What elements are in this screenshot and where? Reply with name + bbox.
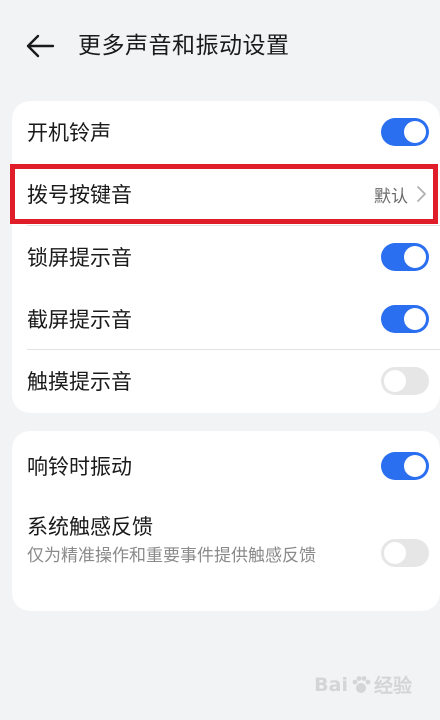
watermark-text: Bai <box>314 673 348 696</box>
watermark: Bai 经验 <box>314 671 412 698</box>
toggle-knob <box>384 542 406 564</box>
toggle-knob <box>404 307 426 330</box>
toggle-knob <box>404 455 426 477</box>
setting-label: 触摸提示音 <box>27 370 132 394</box>
settings-group-sounds: 开机铃声 拨号按键音 默认 锁屏提示音 截屏提示音 触摸提示音 <box>12 101 440 413</box>
watermark-text: 经验 <box>373 675 412 697</box>
arrow-left-icon <box>26 34 55 58</box>
setting-row-touch-sound: 触摸提示音 <box>12 350 440 412</box>
setting-label: 系统触感反馈 <box>27 515 153 539</box>
setting-label: 响铃时振动 <box>27 455 132 479</box>
chevron-right-icon <box>417 186 426 202</box>
toggle-knob <box>384 370 406 392</box>
setting-row-boot-ringtone: 开机铃声 <box>12 101 440 163</box>
setting-label: 锁屏提示音 <box>27 246 132 270</box>
setting-row-screenshot-sound: 截屏提示音 <box>12 288 440 349</box>
ring-vibrate-toggle[interactable] <box>381 452 429 480</box>
touch-sound-toggle[interactable] <box>381 367 429 395</box>
setting-description: 仅为精准操作和重要事件提供触感反馈 <box>27 546 316 566</box>
setting-row-ring-vibrate: 响铃时振动 <box>12 431 440 501</box>
paw-icon <box>352 675 371 693</box>
back-button[interactable] <box>18 28 62 64</box>
toggle-knob <box>404 121 426 143</box>
setting-label: 拨号按键音 <box>27 183 132 207</box>
screenshot-sound-toggle[interactable] <box>381 304 429 333</box>
header: 更多声音和振动设置 <box>0 0 440 90</box>
setting-row-dial-tone[interactable]: 拨号按键音 默认 <box>12 163 440 225</box>
setting-row-haptic-feedback: 系统触感反馈 仅为精准操作和重要事件提供触感反馈 <box>12 501 440 611</box>
setting-row-lockscreen-sound: 锁屏提示音 <box>12 226 440 288</box>
dial-tone-value: 默认 <box>374 186 408 207</box>
settings-group-vibration: 响铃时振动 系统触感反馈 仅为精准操作和重要事件提供触感反馈 <box>12 431 440 611</box>
boot-ringtone-toggle[interactable] <box>381 118 429 146</box>
lockscreen-sound-toggle[interactable] <box>381 243 429 271</box>
toggle-knob <box>404 246 426 268</box>
setting-label: 截屏提示音 <box>27 307 132 332</box>
setting-label: 开机铃声 <box>27 121 111 145</box>
haptic-feedback-toggle[interactable] <box>381 539 429 567</box>
page-title: 更多声音和振动设置 <box>78 33 290 59</box>
